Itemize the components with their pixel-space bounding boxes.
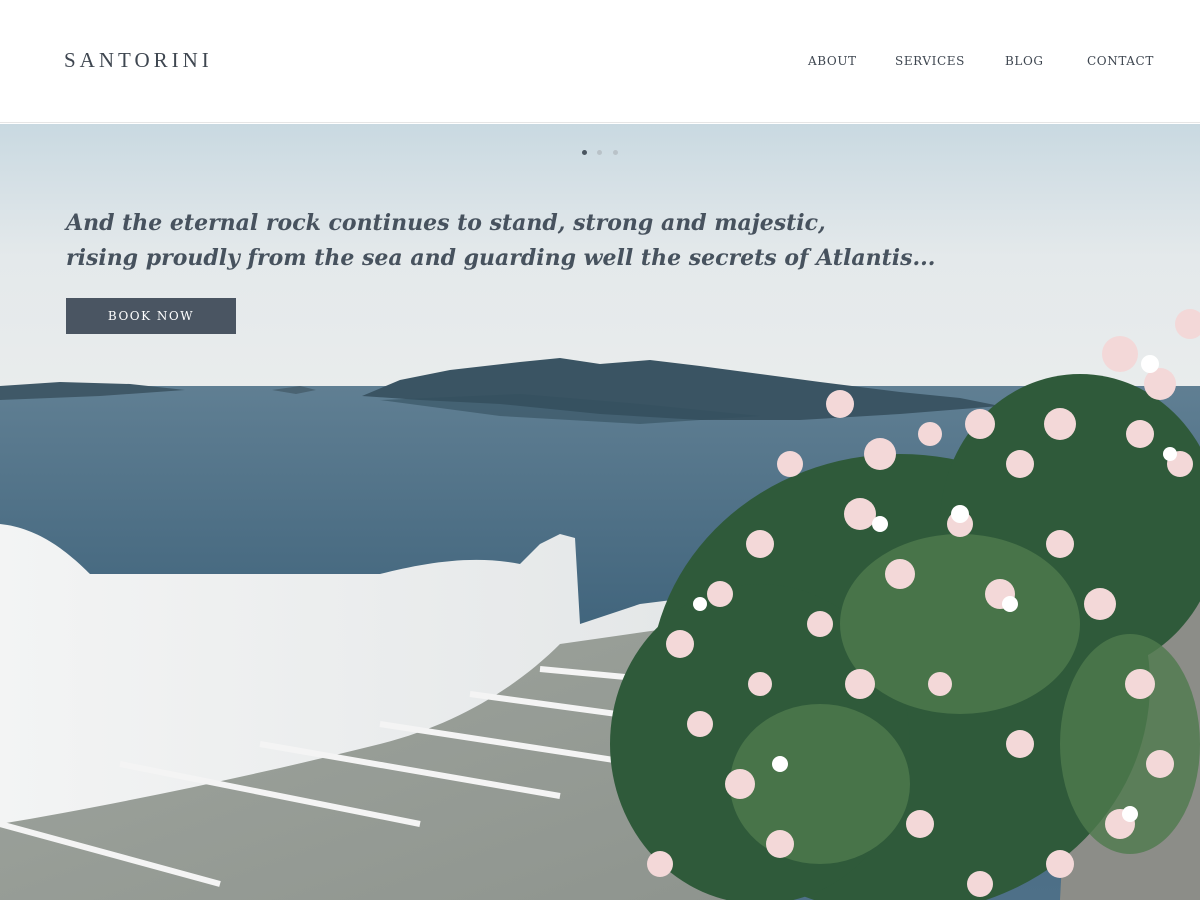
hero-tagline-line-1: And the eternal rock continues to stand,…: [66, 210, 826, 236]
hero-tagline-line-2: rising proudly from the sea and guarding…: [66, 245, 936, 271]
nav-item-contact[interactable]: CONTACT: [1087, 54, 1154, 68]
main-nav: ABOUT SERVICES BLOG CONTACT: [0, 54, 1200, 74]
book-now-button[interactable]: BOOK NOW: [66, 298, 236, 334]
hero-slider: And the eternal rock continues to stand,…: [0, 124, 1200, 900]
slider-dots: [579, 150, 623, 158]
site-header: SANTORINI ABOUT SERVICES BLOG CONTACT: [0, 0, 1200, 123]
nav-item-services[interactable]: SERVICES: [895, 54, 965, 68]
nav-item-about[interactable]: ABOUT: [808, 54, 857, 68]
slider-dot-1[interactable]: [582, 150, 587, 155]
slider-dot-2[interactable]: [597, 150, 602, 155]
nav-item-blog[interactable]: BLOG: [1005, 54, 1044, 68]
hero-tagline: And the eternal rock continues to stand,…: [66, 206, 936, 276]
slider-dot-3[interactable]: [613, 150, 618, 155]
